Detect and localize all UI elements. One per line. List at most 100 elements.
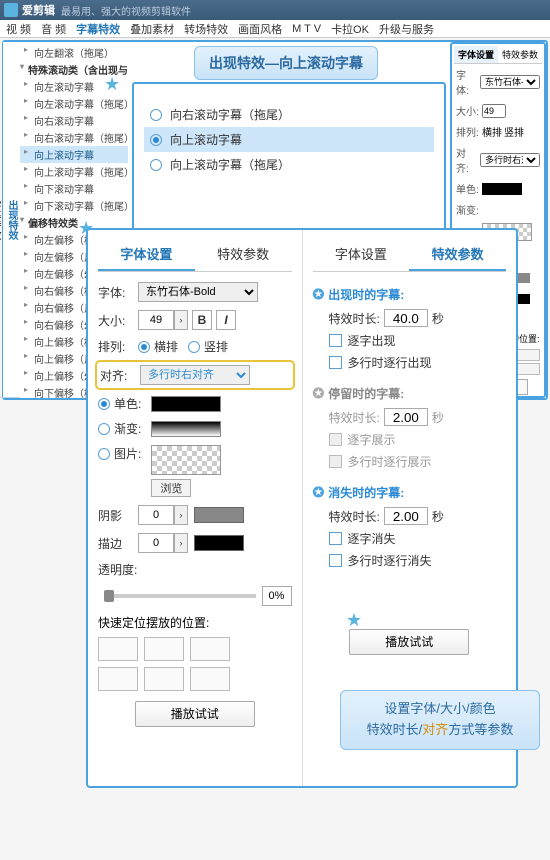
position-grid — [98, 637, 292, 691]
tree-node[interactable]: 向右滚动字幕（拖尾） — [20, 129, 128, 146]
color-swatch[interactable] — [482, 183, 522, 195]
arr-vertical[interactable]: 竖排 — [504, 124, 524, 139]
pos-cell[interactable] — [190, 637, 230, 661]
star-icon: ✪ — [313, 286, 325, 303]
color-label: 单色: — [456, 181, 480, 196]
app-title: 爱剪辑 — [22, 2, 55, 18]
popup-left-tabs: 字体设置 特效参数 — [98, 238, 292, 272]
cb-label: 多行时逐行消失 — [348, 552, 432, 569]
tab-font-settings[interactable]: 字体设置 — [98, 238, 195, 271]
position-label: 快速定位摆放的位置: — [98, 614, 292, 631]
app-logo — [4, 3, 18, 17]
checkbox[interactable] — [329, 334, 342, 347]
menu-audio[interactable]: 音 频 — [41, 21, 66, 37]
checkbox[interactable] — [329, 532, 342, 545]
arrange-label: 排列: — [98, 338, 138, 355]
tree-node[interactable]: 向左翻滚（拖尾） — [20, 44, 128, 61]
radio-icon — [138, 341, 150, 353]
radio-picture[interactable]: 图片: — [98, 445, 141, 462]
browse-button[interactable]: 浏览 — [151, 479, 191, 497]
radio-row[interactable]: 向上滚动字幕（拖尾） — [144, 152, 434, 177]
radio-solid-color[interactable]: 单色: — [98, 395, 141, 412]
pos-cell[interactable] — [144, 667, 184, 691]
radio-icon — [98, 423, 110, 435]
tree-node[interactable]: 向下滚动字幕（拖尾） — [20, 197, 128, 214]
unit-seconds: 秒 — [432, 508, 444, 525]
tree-node-selected[interactable]: 向上滚动字幕 — [20, 146, 128, 163]
size-label: 大小: — [98, 312, 138, 329]
radio-gradient[interactable]: 渐变: — [98, 420, 141, 437]
radio-row-selected[interactable]: 向上滚动字幕 — [144, 127, 434, 152]
tree-node[interactable]: 向左滚动字幕（拖尾） — [20, 95, 128, 112]
pos-cell[interactable] — [98, 637, 138, 661]
pos-cell[interactable] — [144, 637, 184, 661]
stepper[interactable]: › — [174, 505, 188, 525]
tree-node[interactable]: 向下滚动字幕 — [20, 180, 128, 197]
radio-horizontal[interactable]: 横排 — [138, 338, 178, 355]
checkbox[interactable] — [329, 356, 342, 369]
menu-subtitle-fx[interactable]: 字幕特效 — [76, 21, 120, 37]
size-input[interactable] — [482, 104, 506, 118]
duration-input[interactable] — [384, 309, 428, 327]
bold-button[interactable]: B — [192, 310, 212, 330]
side-tab-subtitle[interactable]: 字幕特效 — [0, 42, 3, 398]
opacity-value[interactable] — [262, 586, 292, 606]
tree-node[interactable]: 向右滚动字幕 — [20, 112, 128, 129]
menu-karaoke[interactable]: 卡拉OK — [331, 21, 369, 37]
font-select[interactable]: 东竹石体-Bold — [480, 75, 540, 89]
radio-icon — [98, 448, 110, 460]
radio-icon — [98, 398, 110, 410]
opacity-slider[interactable] — [104, 594, 256, 598]
size-input[interactable] — [138, 310, 174, 330]
align-select[interactable]: 多行时右对齐 — [480, 153, 540, 167]
cb-label: 多行时逐行出现 — [348, 354, 432, 371]
pos-cell[interactable] — [98, 667, 138, 691]
callout-line: 设置字体/大小/颜色 — [353, 699, 527, 720]
star-icon: ★ — [104, 74, 122, 92]
shadow-label: 阴影 — [98, 507, 138, 524]
radio-icon — [150, 134, 162, 146]
checkbox-disabled — [329, 455, 342, 468]
size-stepper[interactable]: › — [174, 310, 188, 330]
section-title: 消失时的字幕: — [328, 484, 404, 501]
radio-row[interactable]: 向右滚动字幕（拖尾） — [144, 102, 434, 127]
menu-style[interactable]: 画面风格 — [238, 21, 282, 37]
rpanel-tabs: 字体设置 特效参数 — [454, 46, 542, 64]
stroke-swatch[interactable] — [194, 535, 244, 551]
duration-input[interactable] — [384, 507, 428, 525]
cb-label: 逐字出现 — [348, 332, 396, 349]
play-button[interactable]: 播放试试 — [135, 701, 255, 727]
gradient-label: 渐变: — [456, 202, 480, 217]
color-swatch[interactable] — [151, 396, 221, 412]
tab-fx-params[interactable]: 特效参数 — [498, 46, 542, 63]
menu-mtv[interactable]: M T V — [292, 23, 321, 35]
pos-cell[interactable] — [190, 667, 230, 691]
menu-transition[interactable]: 转场特效 — [184, 21, 228, 37]
duration-input[interactable] — [384, 408, 428, 426]
radio-vertical[interactable]: 竖排 — [188, 338, 228, 355]
play-button[interactable]: 播放试试 — [349, 629, 469, 655]
italic-button[interactable]: I — [216, 310, 236, 330]
menu-overlay[interactable]: 叠加素材 — [130, 21, 174, 37]
tab-font-settings[interactable]: 字体设置 — [454, 46, 498, 63]
shadow-input[interactable] — [138, 505, 174, 525]
tab-fx-params[interactable]: 特效参数 — [195, 238, 292, 271]
stroke-input[interactable] — [138, 533, 174, 553]
tab-font-settings[interactable]: 字体设置 — [313, 238, 410, 271]
checkbox[interactable] — [329, 554, 342, 567]
side-tab-appear[interactable]: 出现特效 — [3, 42, 20, 398]
arr-horizontal[interactable]: 横排 — [482, 124, 502, 139]
tab-fx-params[interactable]: 特效参数 — [409, 238, 506, 271]
radio-icon — [150, 159, 162, 171]
font-select[interactable]: 东竹石体-Bold — [138, 282, 258, 302]
titlebar: 爱剪辑 最易用、强大的视频剪辑软件 — [0, 0, 550, 20]
arrange-label: 排列: — [456, 124, 480, 139]
menu-video[interactable]: 视 频 — [6, 21, 31, 37]
shadow-swatch[interactable] — [194, 507, 244, 523]
align-select[interactable]: 多行时右对齐 — [140, 365, 250, 385]
gradient-swatch[interactable] — [151, 421, 221, 437]
slider-thumb[interactable] — [104, 590, 114, 602]
menu-upgrade[interactable]: 升级与服务 — [379, 21, 434, 37]
stepper[interactable]: › — [174, 533, 188, 553]
tree-node[interactable]: 向上滚动字幕（拖尾） — [20, 163, 128, 180]
